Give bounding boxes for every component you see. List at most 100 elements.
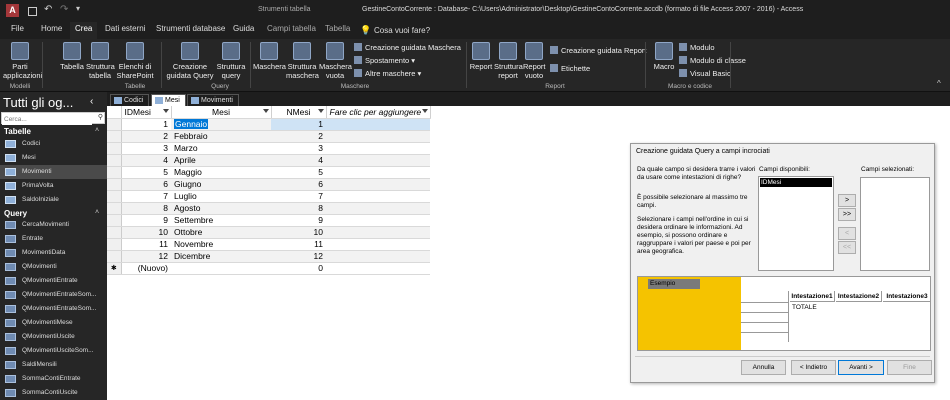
finish-button[interactable]: Fine — [887, 360, 932, 375]
available-fields-list[interactable]: IDMesi — [758, 176, 834, 271]
cell-nmesi-new[interactable]: 0 — [271, 262, 326, 275]
row-selector[interactable] — [107, 238, 122, 251]
redo-icon[interactable]: ↷ — [60, 4, 68, 15]
cell-empty[interactable] — [326, 178, 430, 191]
available-field-item[interactable]: IDMesi — [760, 178, 832, 187]
etichette-button[interactable]: Etichette — [550, 63, 590, 74]
maschera-vuota-button[interactable]: Maschera vuota — [319, 42, 352, 80]
row-selector[interactable] — [107, 130, 122, 143]
cell-mesi[interactable]: Marzo — [171, 142, 271, 155]
table-row[interactable]: 2 Febbraio 2 — [107, 130, 430, 143]
table-row[interactable]: 8 Agosto 8 — [107, 202, 430, 215]
cell-mesi[interactable]: Dicembre — [171, 250, 271, 263]
select-all-cell[interactable] — [107, 106, 122, 119]
nav-query-item[interactable]: MovimentiData — [0, 246, 107, 260]
new-record-icon[interactable]: ✱ — [107, 262, 122, 275]
report-button[interactable]: Report — [469, 42, 493, 71]
row-selector[interactable] — [107, 202, 122, 215]
row-selector[interactable] — [107, 166, 122, 179]
tab-crea[interactable]: Crea — [70, 22, 98, 39]
cell-empty[interactable] — [326, 166, 430, 179]
struttura-maschera-button[interactable]: Struttura maschera — [286, 42, 319, 80]
cell-nmesi[interactable]: 6 — [271, 178, 326, 191]
cell-nmesi[interactable]: 8 — [271, 202, 326, 215]
nav-query-item[interactable]: QMovimentiEntrateSom... — [0, 302, 107, 316]
report-vuoto-button[interactable]: Report vuoto — [523, 42, 546, 80]
tabella-button[interactable]: Tabella — [59, 42, 85, 71]
nav-table-primavolta[interactable]: PrimaVolta — [0, 179, 107, 193]
tab-strumenti-database[interactable]: Strumenti database — [151, 22, 230, 36]
cell-idmesi-new[interactable]: (Nuovo) — [121, 262, 171, 275]
row-selector[interactable] — [107, 226, 122, 239]
row-selector[interactable] — [107, 142, 122, 155]
creazione-guidata-maschera-button[interactable]: Creazione guidata Maschera — [354, 42, 461, 53]
collapse-ribbon-icon[interactable]: ^ — [937, 79, 941, 88]
cell-idmesi[interactable]: 7 — [121, 190, 171, 203]
cell-empty[interactable] — [326, 250, 430, 263]
row-selector[interactable] — [107, 154, 122, 167]
visual-basic-button[interactable]: Visual Basic — [679, 68, 731, 79]
cell-empty[interactable] — [326, 130, 430, 143]
cell-mesi[interactable]: Ottobre — [171, 226, 271, 239]
nav-search-box[interactable]: ⚲ — [1, 112, 105, 125]
spostamento-button[interactable]: Spostamento ▾ — [354, 55, 415, 66]
nav-search-input[interactable] — [2, 114, 92, 125]
customize-toolbar-icon[interactable]: ▾ — [76, 4, 80, 13]
table-row[interactable]: 11 Novembre 11 — [107, 238, 430, 251]
doc-tab-mesi[interactable]: Mesi — [151, 94, 186, 106]
cell-nmesi[interactable]: 1 — [271, 118, 326, 131]
cell-idmesi[interactable]: 3 — [121, 142, 171, 155]
dropdown-arrow-icon[interactable] — [262, 109, 269, 113]
query-collapse-icon[interactable]: ˄ — [95, 209, 99, 216]
cell-mesi[interactable]: Maggio — [171, 166, 271, 179]
cell-nmesi[interactable]: 9 — [271, 214, 326, 227]
cell-mesi-new[interactable] — [171, 262, 271, 275]
cell-idmesi[interactable]: 8 — [121, 202, 171, 215]
row-selector[interactable] — [107, 214, 122, 227]
cell-idmesi[interactable]: 9 — [121, 214, 171, 227]
tell-me-box[interactable]: Cosa vuoi fare? — [374, 26, 430, 35]
nav-query-item[interactable]: SommaContiEntrate — [0, 372, 107, 386]
row-selector[interactable] — [107, 178, 122, 191]
cell-nmesi[interactable]: 11 — [271, 238, 326, 251]
cell-mesi[interactable]: Settembre — [171, 214, 271, 227]
cell-idmesi[interactable]: 1 — [121, 118, 171, 131]
add-all-fields-button[interactable]: >> — [838, 208, 856, 221]
cell-mesi[interactable]: Agosto — [171, 202, 271, 215]
column-header-idmesi[interactable]: IDMesi — [121, 106, 172, 119]
maschera-button[interactable]: Maschera — [253, 42, 286, 71]
table-row[interactable]: 9 Settembre 9 — [107, 214, 430, 227]
tab-dati-esterni[interactable]: Dati esterni — [100, 22, 150, 36]
table-row[interactable]: 3 Marzo 3 — [107, 142, 430, 155]
next-button[interactable]: Avanti > — [838, 360, 884, 375]
query-header[interactable]: Query — [4, 209, 27, 218]
nav-query-item[interactable]: QMovimentiMese — [0, 316, 107, 330]
add-field-button[interactable]: > — [838, 194, 856, 207]
table-row[interactable]: 10 Ottobre 10 — [107, 226, 430, 239]
cell-empty[interactable] — [326, 226, 430, 239]
cell-nmesi[interactable]: 12 — [271, 250, 326, 263]
nav-query-item[interactable]: QMovimentiUsciteSom... — [0, 344, 107, 358]
nav-title[interactable]: Tutti gli og... — [3, 95, 73, 110]
cell-mesi[interactable]: Febbraio — [171, 130, 271, 143]
table-row[interactable]: 6 Giugno 6 — [107, 178, 430, 191]
cell-empty[interactable] — [326, 154, 430, 167]
new-record-row[interactable]: ✱ (Nuovo) 0 — [107, 262, 430, 275]
cell-idmesi[interactable]: 11 — [121, 238, 171, 251]
modulo-di-classe-button[interactable]: Modulo di classe — [679, 55, 746, 66]
tab-file[interactable]: File — [6, 22, 29, 36]
dropdown-arrow-icon[interactable] — [162, 109, 169, 113]
cell-idmesi[interactable]: 2 — [121, 130, 171, 143]
undo-icon[interactable]: ↶ — [44, 4, 52, 15]
tab-home[interactable]: Home — [36, 22, 67, 36]
tables-header[interactable]: Tabelle — [4, 127, 31, 136]
table-row[interactable]: 4 Aprile 4 — [107, 154, 430, 167]
modulo-button[interactable]: Modulo — [679, 42, 715, 53]
dropdown-arrow-icon[interactable] — [421, 109, 428, 113]
cell-mesi[interactable]: Luglio — [171, 190, 271, 203]
table-row[interactable]: 12 Dicembre 12 — [107, 250, 430, 263]
tab-tabella[interactable]: Tabella — [320, 22, 355, 36]
column-header-add[interactable]: Fare clic per aggiungere — [326, 106, 431, 119]
cell-nmesi[interactable]: 10 — [271, 226, 326, 239]
cell-nmesi[interactable]: 4 — [271, 154, 326, 167]
